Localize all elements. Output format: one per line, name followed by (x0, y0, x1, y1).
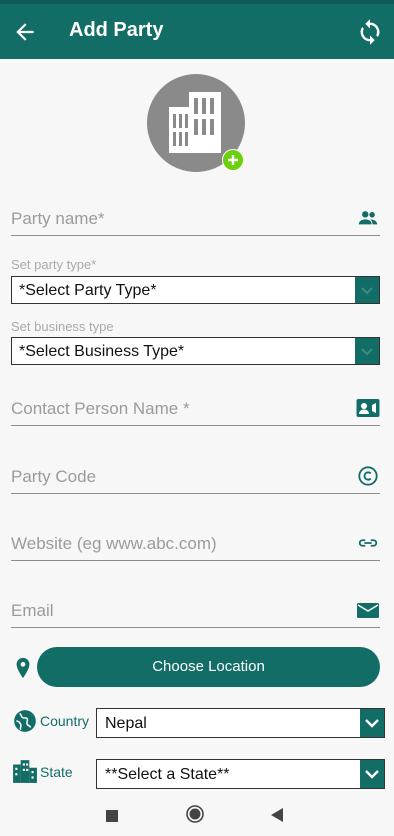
contact-person-placeholder: Contact Person Name * (11, 399, 190, 418)
city-icon (13, 760, 37, 783)
copyright-icon (358, 466, 378, 486)
system-nav-bar (0, 792, 394, 836)
plus-circle-icon[interactable] (222, 149, 244, 171)
chevron-down-icon (355, 277, 379, 303)
people-icon (358, 211, 378, 225)
business-type-label: Set business type (11, 319, 114, 334)
contact-card-icon (356, 399, 380, 417)
chevron-down-icon (360, 709, 384, 737)
link-icon (358, 539, 378, 547)
country-value: Nepal (105, 715, 147, 732)
sync-icon[interactable] (356, 18, 384, 46)
country-label: Country (40, 713, 90, 729)
circle-icon[interactable] (186, 805, 204, 823)
party-type-label: Set party type* (11, 257, 97, 272)
mail-icon (357, 603, 379, 618)
party-name-placeholder: Party name* (11, 209, 105, 228)
party-type-select[interactable]: *Select Party Type* (11, 276, 380, 304)
business-type-value: *Select Business Type* (19, 343, 185, 360)
globe-icon (14, 710, 36, 732)
party-name-field[interactable]: Party name* (11, 200, 380, 236)
app-bar: Add Party (0, 4, 394, 59)
email-placeholder: Email (11, 601, 54, 620)
website-placeholder: Website (eg www.abc.com) (11, 534, 217, 553)
page-title: Add Party (69, 19, 164, 41)
chevron-down-icon (355, 338, 379, 364)
party-code-placeholder: Party Code (11, 467, 97, 486)
country-select[interactable]: Nepal (96, 708, 385, 738)
arrow-left-icon[interactable] (12, 19, 38, 45)
location-pin-icon (16, 657, 30, 679)
chevron-down-icon (360, 760, 384, 788)
state-select[interactable]: **Select a State** (96, 759, 385, 789)
party-code-field[interactable]: Party Code (11, 458, 380, 494)
triangle-back-icon[interactable] (270, 807, 284, 823)
square-icon[interactable] (106, 810, 118, 822)
business-type-select[interactable]: *Select Business Type* (11, 337, 380, 365)
choose-location-button[interactable]: Choose Location (37, 647, 380, 687)
contact-person-field[interactable]: Contact Person Name * (11, 390, 380, 426)
party-type-value: *Select Party Type* (19, 282, 157, 299)
state-value: **Select a State** (105, 766, 230, 783)
email-field[interactable]: Email (11, 592, 380, 628)
state-label: State (40, 764, 73, 780)
website-field[interactable]: Website (eg www.abc.com) (11, 525, 380, 561)
